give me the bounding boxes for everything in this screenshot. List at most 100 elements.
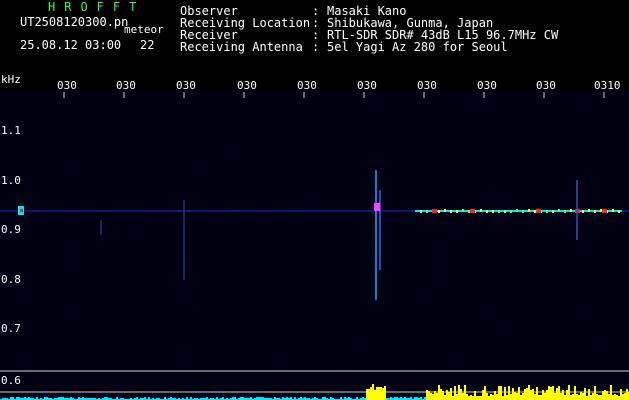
noise-speckle	[289, 115, 290, 116]
noise-speckle	[136, 226, 137, 227]
noise-speckle	[57, 145, 58, 146]
noise-speckle	[262, 155, 263, 156]
noise-speckle	[88, 345, 89, 346]
noise-speckle	[503, 182, 504, 183]
noise-speckle	[217, 174, 218, 175]
noise-speckle	[141, 214, 142, 215]
level-bar	[568, 385, 570, 400]
noise-speckle	[251, 286, 252, 287]
level-bar	[452, 396, 454, 400]
noise-speckle	[482, 99, 483, 100]
noise-speckle	[319, 157, 320, 158]
noise-speckle	[474, 228, 475, 229]
noise-speckle	[617, 310, 618, 311]
noise-speckle	[395, 258, 396, 259]
noise-speckle	[297, 276, 298, 277]
noise-speckle	[557, 297, 558, 298]
noise-speckle	[438, 363, 439, 364]
noise-speckle	[36, 133, 37, 134]
noise-speckle	[495, 281, 496, 282]
noise-speckle	[592, 147, 593, 148]
noise-speckle	[74, 243, 75, 244]
carrier-dot	[492, 210, 494, 213]
noise-speckle	[515, 179, 516, 180]
noise-speckle	[217, 349, 218, 350]
noise-speckle	[406, 327, 407, 328]
level-bar	[588, 389, 590, 400]
noise-speckle	[368, 158, 369, 159]
level-bar	[374, 390, 376, 400]
noise-speckle	[293, 256, 294, 257]
noise-speckle	[140, 103, 141, 104]
noise-speckle	[492, 258, 493, 259]
noise-speckle	[597, 298, 598, 299]
noise-speckle	[590, 242, 591, 243]
noise-speckle	[35, 103, 36, 104]
level-bar	[512, 388, 514, 400]
noise-speckle	[482, 130, 483, 131]
noise-speckle	[372, 208, 373, 209]
noise-speckle	[72, 347, 73, 348]
noise-speckle	[460, 334, 461, 335]
level-bar	[518, 387, 520, 400]
noise-speckle	[99, 195, 100, 196]
noise-speckle	[129, 255, 130, 256]
noise-speckle	[36, 335, 37, 336]
noise-speckle	[606, 149, 607, 150]
noise-speckle	[385, 286, 386, 287]
noise-speckle	[302, 323, 303, 324]
noise-speckle	[503, 228, 504, 229]
noise-speckle	[627, 240, 628, 241]
noise-speckle	[524, 225, 525, 226]
noise-speckle	[247, 125, 248, 126]
noise-speckle	[29, 278, 30, 279]
noise-speckle	[268, 117, 269, 118]
noise-speckle	[245, 166, 246, 167]
noise-speckle	[498, 366, 499, 367]
noise-speckle	[606, 242, 607, 243]
carrier-dot	[486, 210, 488, 213]
noise-speckle	[421, 240, 422, 241]
carrier-dot	[444, 209, 446, 212]
noise-speckle	[153, 164, 154, 165]
noise-speckle	[201, 282, 202, 283]
noise-speckle	[2, 236, 3, 237]
noise-speckle	[594, 105, 595, 106]
noise-speckle	[131, 200, 132, 201]
level-bar	[596, 394, 598, 400]
noise-speckle	[517, 217, 518, 218]
noise-speckle	[438, 287, 439, 288]
noise-speckle	[384, 108, 385, 109]
noise-speckle	[69, 105, 70, 106]
noise-speckle	[87, 292, 88, 293]
noise-speckle	[76, 337, 77, 338]
noise-speckle	[440, 269, 441, 270]
noise-speckle	[522, 337, 523, 338]
noise-speckle	[541, 100, 542, 101]
noise-speckle	[164, 109, 165, 110]
noise-speckle	[307, 274, 308, 275]
noise-speckle	[243, 341, 244, 342]
noise-speckle	[238, 156, 239, 157]
noise-speckle	[26, 164, 27, 165]
noise-speckle	[301, 132, 302, 133]
level-bar	[556, 388, 558, 400]
noise-speckle	[268, 247, 269, 248]
noise-speckle	[263, 334, 264, 335]
noise-speckle	[576, 358, 577, 359]
noise-speckle	[149, 136, 150, 137]
noise-speckle	[604, 123, 605, 124]
noise-speckle	[510, 351, 511, 352]
noise-speckle	[474, 262, 475, 263]
level-bar	[534, 394, 536, 400]
noise-speckle	[389, 254, 390, 255]
noise-speckle	[236, 162, 237, 163]
noise-speckle	[259, 338, 260, 339]
noise-speckle	[576, 165, 577, 166]
noise-speckle	[540, 134, 541, 135]
carrier-dot	[420, 210, 422, 213]
noise-speckle	[247, 269, 248, 270]
noise-speckle	[213, 300, 214, 301]
noise-speckle	[147, 149, 148, 150]
noise-speckle	[82, 201, 83, 202]
